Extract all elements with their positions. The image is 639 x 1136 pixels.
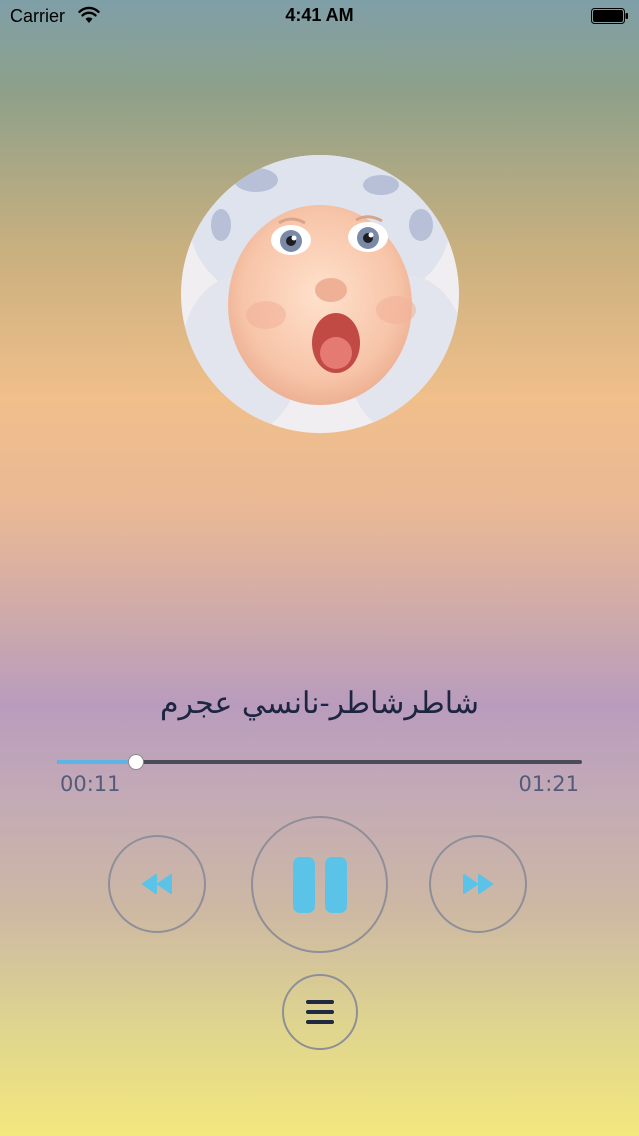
pause-button[interactable] — [251, 816, 388, 953]
pause-icon — [288, 856, 352, 913]
progress-fill — [57, 760, 136, 764]
pause-bar-right — [324, 856, 347, 913]
album-artwork — [181, 155, 459, 433]
progress-slider[interactable] — [57, 754, 582, 770]
elapsed-time: 00:11 — [60, 772, 121, 796]
clock: 4:41 AM — [285, 5, 354, 25]
playlist-button[interactable] — [282, 974, 358, 1050]
list-icon — [306, 1000, 334, 1024]
rewind-button[interactable] — [108, 835, 206, 933]
total-duration: 01:21 — [518, 772, 579, 796]
fast-forward-button[interactable] — [429, 835, 527, 933]
status-bar: Carrier 4:41 AM — [0, 0, 639, 34]
fast-forward-icon — [463, 874, 493, 894]
battery-icon — [591, 8, 628, 24]
track-title: شاطرشاطر-نانسي عجرم — [159, 686, 480, 721]
rewind-icon — [142, 874, 172, 894]
progress-thumb[interactable] — [127, 754, 144, 770]
pause-bar-left — [292, 856, 315, 913]
